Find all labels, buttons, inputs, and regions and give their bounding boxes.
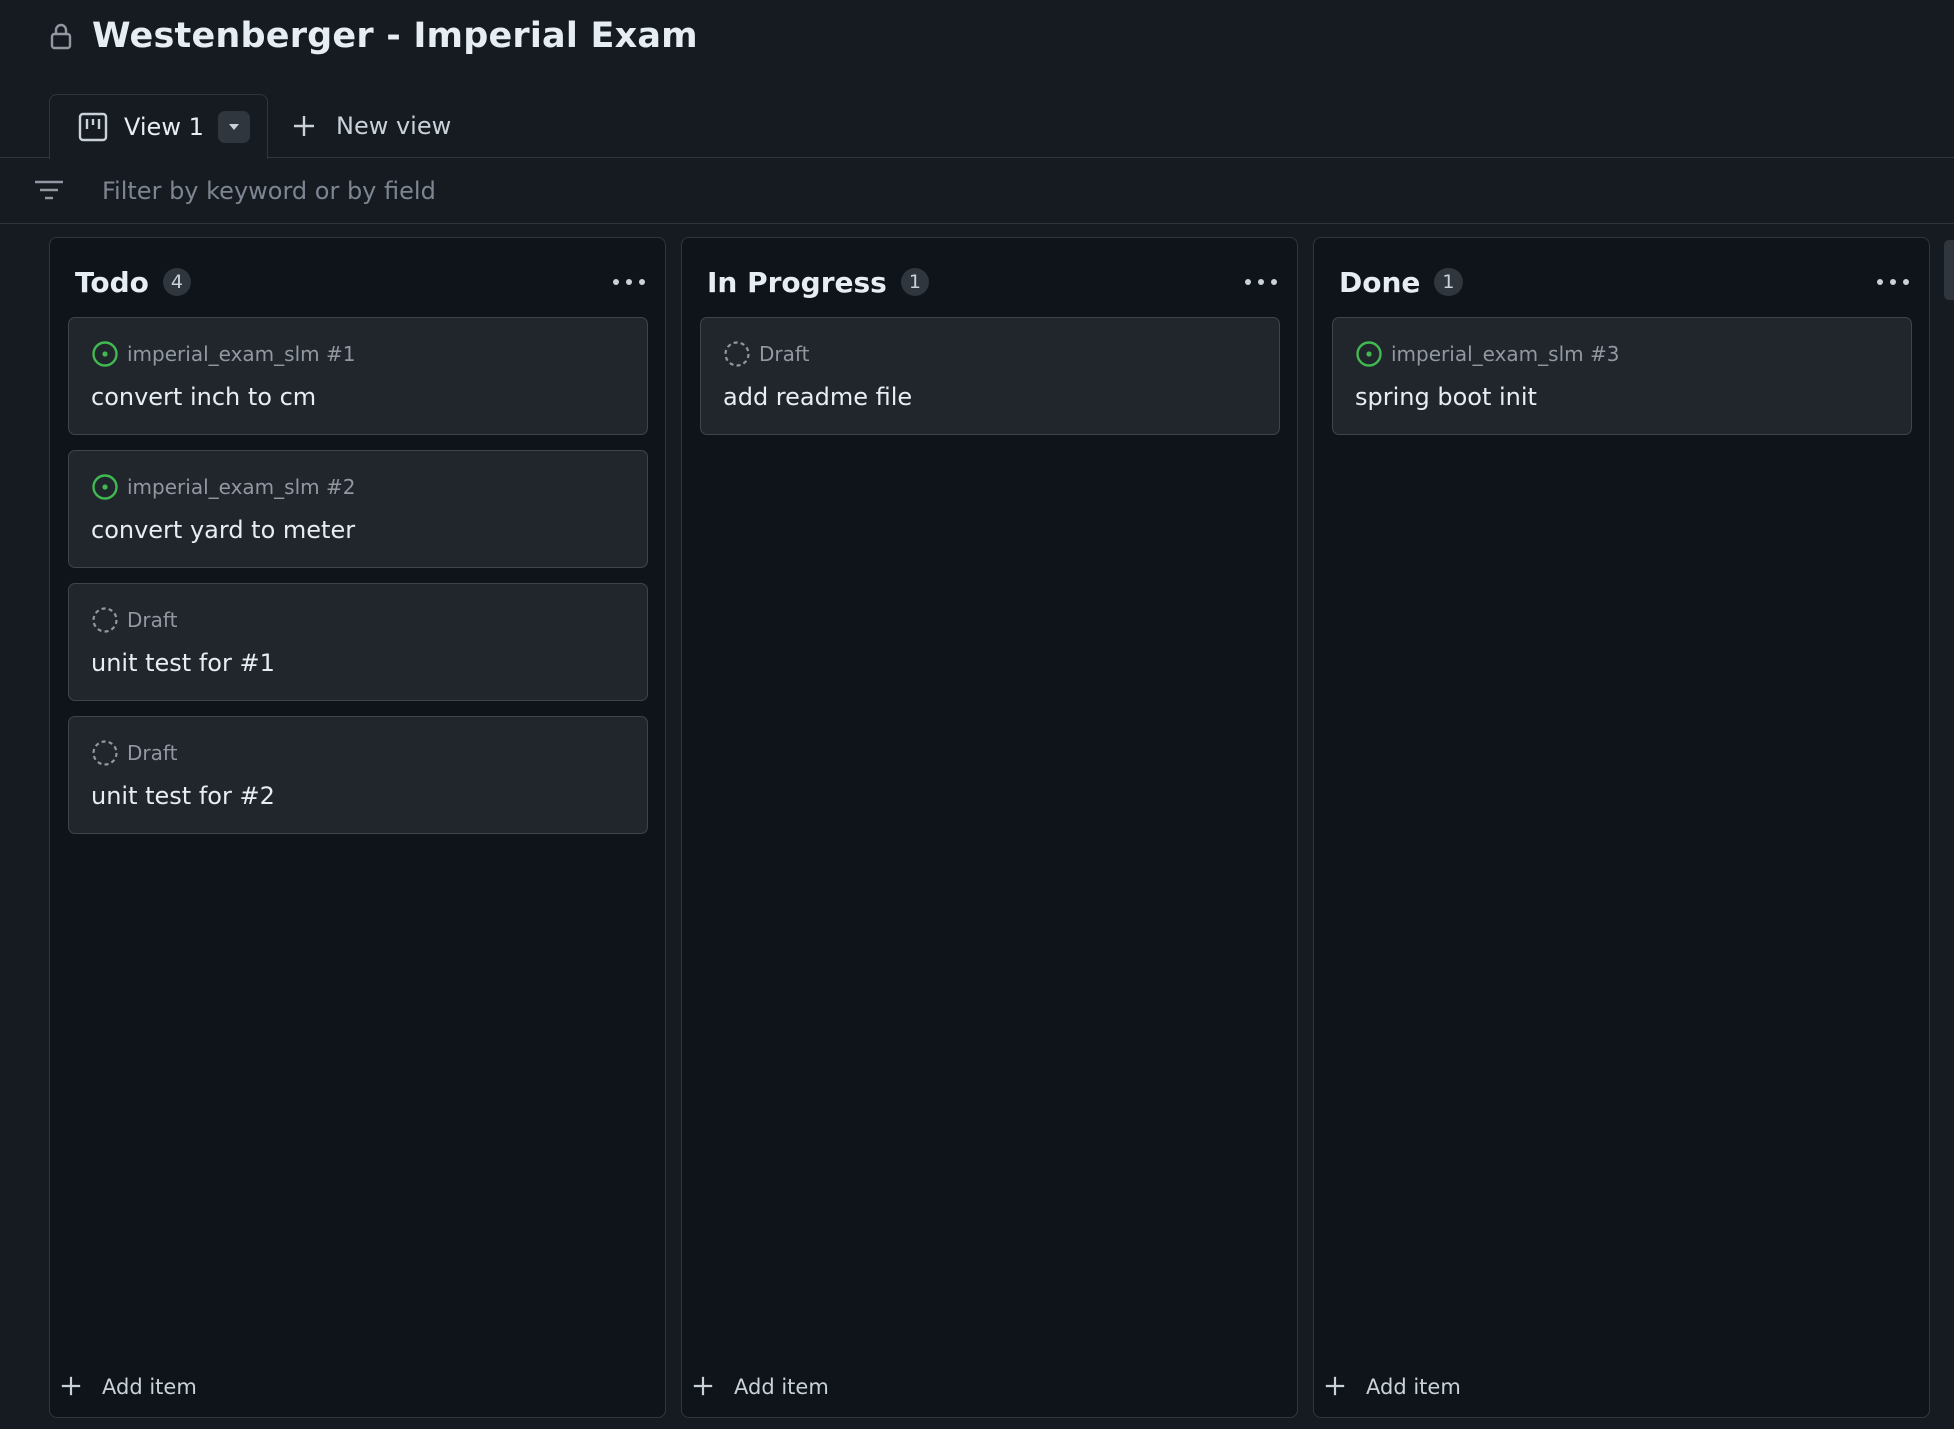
- new-view-button[interactable]: New view: [292, 94, 451, 158]
- card-meta: Draft: [91, 606, 177, 634]
- open-issue-icon: [1356, 341, 1382, 367]
- open-issue-icon: [92, 474, 118, 500]
- column-title: Todo: [75, 265, 149, 299]
- column-menu-button[interactable]: [609, 272, 649, 292]
- card-repo-label[interactable]: imperial_exam_slm #1: [127, 342, 355, 366]
- draft-icon: [92, 740, 118, 766]
- plus-icon: [692, 1375, 716, 1399]
- column-in-progress: In Progress 1 Draft add readme file Add …: [681, 237, 1298, 1418]
- project-title: Westenberger - Imperial Exam: [92, 16, 698, 56]
- column-todo: Todo 4 imperial_exam_slm #1 convert inch…: [49, 237, 666, 1418]
- filter-bar: [0, 158, 1954, 224]
- tab-view-1[interactable]: View 1: [49, 94, 268, 159]
- add-item-button[interactable]: Add item: [60, 1375, 197, 1399]
- card-title[interactable]: unit test for #1: [91, 649, 275, 677]
- column-title: Done: [1339, 265, 1421, 299]
- draft-icon: [92, 607, 118, 633]
- more-horizontal-icon: [613, 279, 645, 285]
- column-title: In Progress: [707, 265, 887, 299]
- board-card[interactable]: imperial_exam_slm #3 spring boot init: [1332, 317, 1912, 435]
- card-title[interactable]: unit test for #2: [91, 782, 275, 810]
- open-issue-icon: [92, 341, 118, 367]
- card-repo-label[interactable]: imperial_exam_slm #3: [1391, 342, 1619, 366]
- next-column-edge: [1944, 240, 1954, 300]
- filter-icon[interactable]: [34, 179, 64, 203]
- draft-icon: [724, 341, 750, 367]
- project-board-page: Westenberger - Imperial Exam View 1 New …: [0, 0, 1954, 1429]
- card-draft-label: Draft: [759, 342, 810, 366]
- card-meta: imperial_exam_slm #2: [91, 473, 355, 501]
- board-card[interactable]: Draft unit test for #1: [68, 583, 648, 701]
- chevron-down-icon: [228, 124, 239, 130]
- project-header: Westenberger - Imperial Exam: [0, 0, 1954, 72]
- card-repo-label[interactable]: imperial_exam_slm #2: [127, 475, 355, 499]
- column-menu-button[interactable]: [1241, 272, 1281, 292]
- card-meta: Draft: [723, 340, 809, 368]
- item-count-badge: 4: [162, 268, 191, 296]
- card-meta: Draft: [91, 739, 177, 767]
- card-title[interactable]: spring boot init: [1355, 383, 1537, 411]
- add-item-button[interactable]: Add item: [1324, 1375, 1461, 1399]
- card-title[interactable]: convert yard to meter: [91, 516, 355, 544]
- view-tabs: View 1 New view: [0, 92, 1954, 159]
- card-meta: imperial_exam_slm #1: [91, 340, 355, 368]
- more-horizontal-icon: [1245, 279, 1277, 285]
- card-title[interactable]: add readme file: [723, 383, 912, 411]
- card-draft-label: Draft: [127, 741, 178, 765]
- board-card[interactable]: Draft unit test for #2: [68, 716, 648, 834]
- add-item-label: Add item: [1366, 1375, 1461, 1399]
- card-meta: imperial_exam_slm #3: [1355, 340, 1619, 368]
- plus-icon: [292, 114, 316, 138]
- add-item-button[interactable]: Add item: [692, 1375, 829, 1399]
- board-card[interactable]: imperial_exam_slm #1 convert inch to cm: [68, 317, 648, 435]
- column-header: Done 1: [1339, 262, 1913, 302]
- plus-icon: [1324, 1375, 1348, 1399]
- tab-label: View 1: [124, 113, 204, 141]
- more-horizontal-icon: [1877, 279, 1909, 285]
- card-draft-label: Draft: [127, 608, 178, 632]
- view-options-button[interactable]: [217, 111, 250, 143]
- board-card[interactable]: imperial_exam_slm #2 convert yard to met…: [68, 450, 648, 568]
- column-menu-button[interactable]: [1873, 272, 1913, 292]
- item-count-badge: 1: [900, 268, 929, 296]
- add-item-label: Add item: [102, 1375, 197, 1399]
- board-view-icon: [78, 112, 108, 142]
- column-header: In Progress 1: [707, 262, 1281, 302]
- add-item-label: Add item: [734, 1375, 829, 1399]
- card-title[interactable]: convert inch to cm: [91, 383, 316, 411]
- lock-icon: [50, 20, 76, 52]
- item-count-badge: 1: [1434, 268, 1463, 296]
- column-header: Todo 4: [75, 262, 649, 302]
- new-view-label: New view: [336, 112, 452, 140]
- board-card[interactable]: Draft add readme file: [700, 317, 1280, 435]
- column-done: Done 1 imperial_exam_slm #3 spring boot …: [1313, 237, 1930, 1418]
- filter-input[interactable]: [102, 176, 902, 205]
- plus-icon: [60, 1375, 84, 1399]
